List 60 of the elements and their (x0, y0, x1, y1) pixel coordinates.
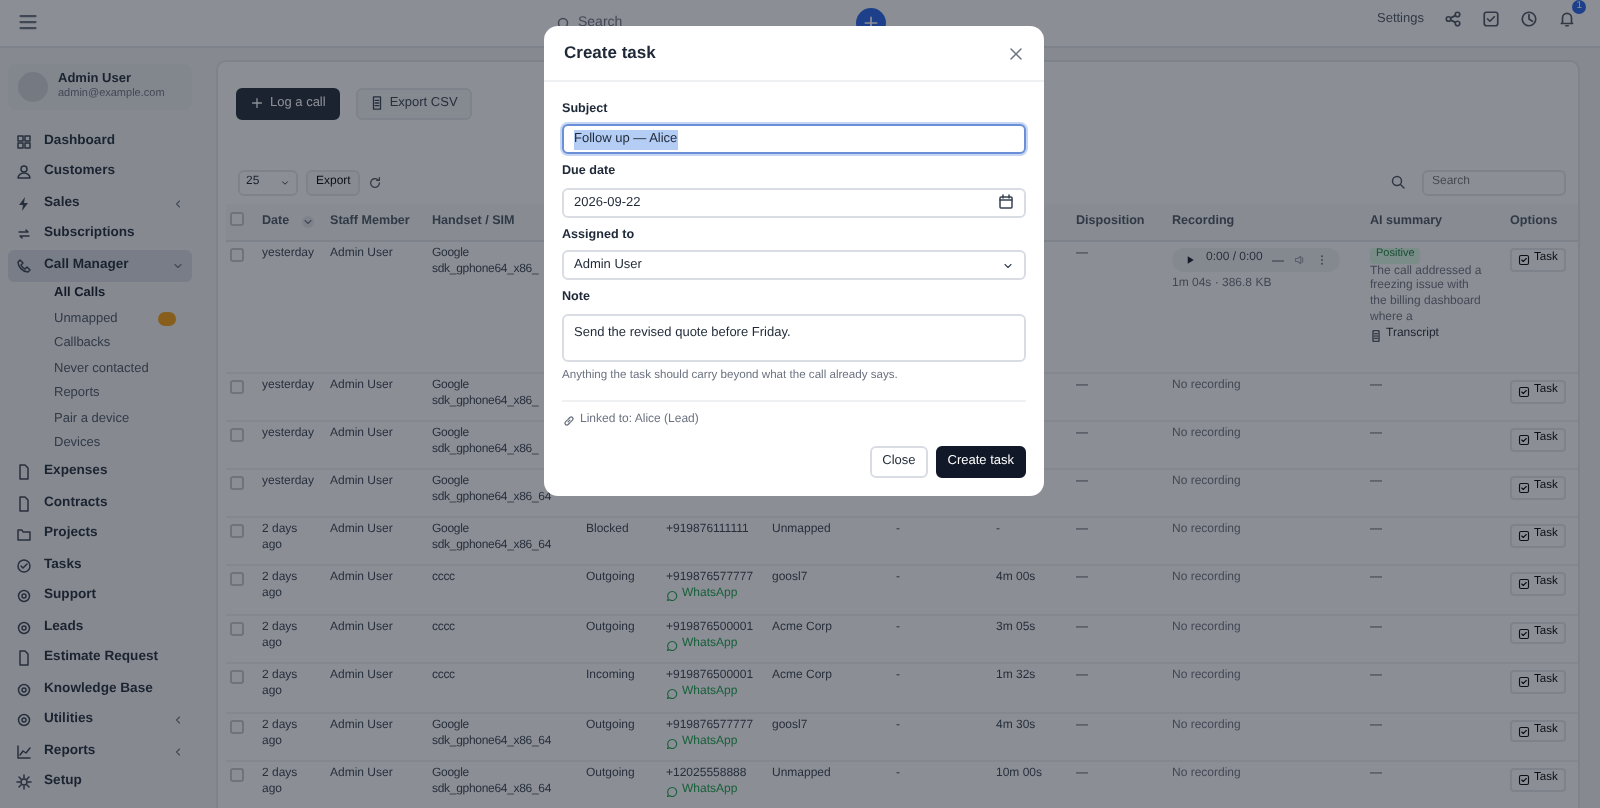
chart-icon (16, 743, 32, 760)
check-square-icon (1518, 434, 1530, 447)
row-checkbox[interactable] (230, 476, 244, 491)
check-square-icon[interactable] (1482, 10, 1500, 29)
chevron-icon (280, 177, 290, 188)
row-checkbox[interactable] (230, 670, 244, 685)
check-circle-icon (16, 557, 32, 574)
bell-icon[interactable] (1558, 10, 1576, 29)
row-checkbox[interactable] (230, 572, 244, 587)
row-checkbox[interactable] (230, 768, 244, 783)
refresh-icon[interactable] (368, 175, 383, 190)
modal-title: Create task (564, 42, 656, 64)
chat-icon (666, 639, 678, 652)
chat-icon (666, 688, 678, 701)
check-square-icon (1518, 627, 1530, 640)
row-checkbox[interactable] (230, 428, 244, 443)
chevron-icon (1002, 259, 1014, 272)
menu-button[interactable] (16, 10, 40, 34)
person-icon (16, 164, 32, 181)
check-square-icon (1518, 676, 1530, 689)
volume-icon (1294, 254, 1307, 267)
check-square-icon (1518, 530, 1530, 543)
chat-icon (666, 737, 678, 750)
check-square-icon (1518, 482, 1530, 495)
check-square-icon (1518, 386, 1530, 399)
document-icon (369, 96, 384, 111)
close-button[interactable] (1008, 45, 1024, 61)
row-checkbox[interactable] (230, 380, 244, 395)
link-icon (562, 414, 576, 429)
circle-icon (16, 712, 32, 729)
check-square-icon (1518, 254, 1530, 267)
select-all-checkbox[interactable] (230, 211, 244, 226)
row-checkbox[interactable] (230, 524, 244, 539)
circle-icon (16, 681, 32, 698)
clock-icon[interactable] (1520, 10, 1538, 29)
gear-icon (16, 774, 32, 791)
menu-icon (16, 10, 40, 34)
close-icon (1008, 45, 1024, 61)
grid-icon (16, 133, 32, 150)
row-checkbox[interactable] (230, 719, 244, 734)
share-icon[interactable] (1444, 10, 1462, 29)
search-icon (1390, 174, 1406, 191)
row-checkbox[interactable] (230, 248, 244, 263)
bolt-icon (16, 195, 32, 212)
plus-icon (250, 96, 264, 111)
circle-icon (16, 588, 32, 605)
check-square-icon (1518, 578, 1530, 591)
check-square-icon (1518, 725, 1530, 738)
circle-icon (16, 619, 32, 636)
calendar-icon (998, 194, 1014, 211)
chat-icon (666, 786, 678, 799)
play-icon (1184, 254, 1196, 267)
document-icon (1370, 329, 1382, 342)
row-checkbox[interactable] (230, 621, 244, 636)
file-icon (16, 650, 32, 667)
phone-icon (16, 257, 32, 274)
chat-icon (666, 590, 678, 603)
check-square-icon (1518, 774, 1530, 787)
arrows-icon (16, 226, 32, 243)
folder-icon (16, 526, 32, 543)
